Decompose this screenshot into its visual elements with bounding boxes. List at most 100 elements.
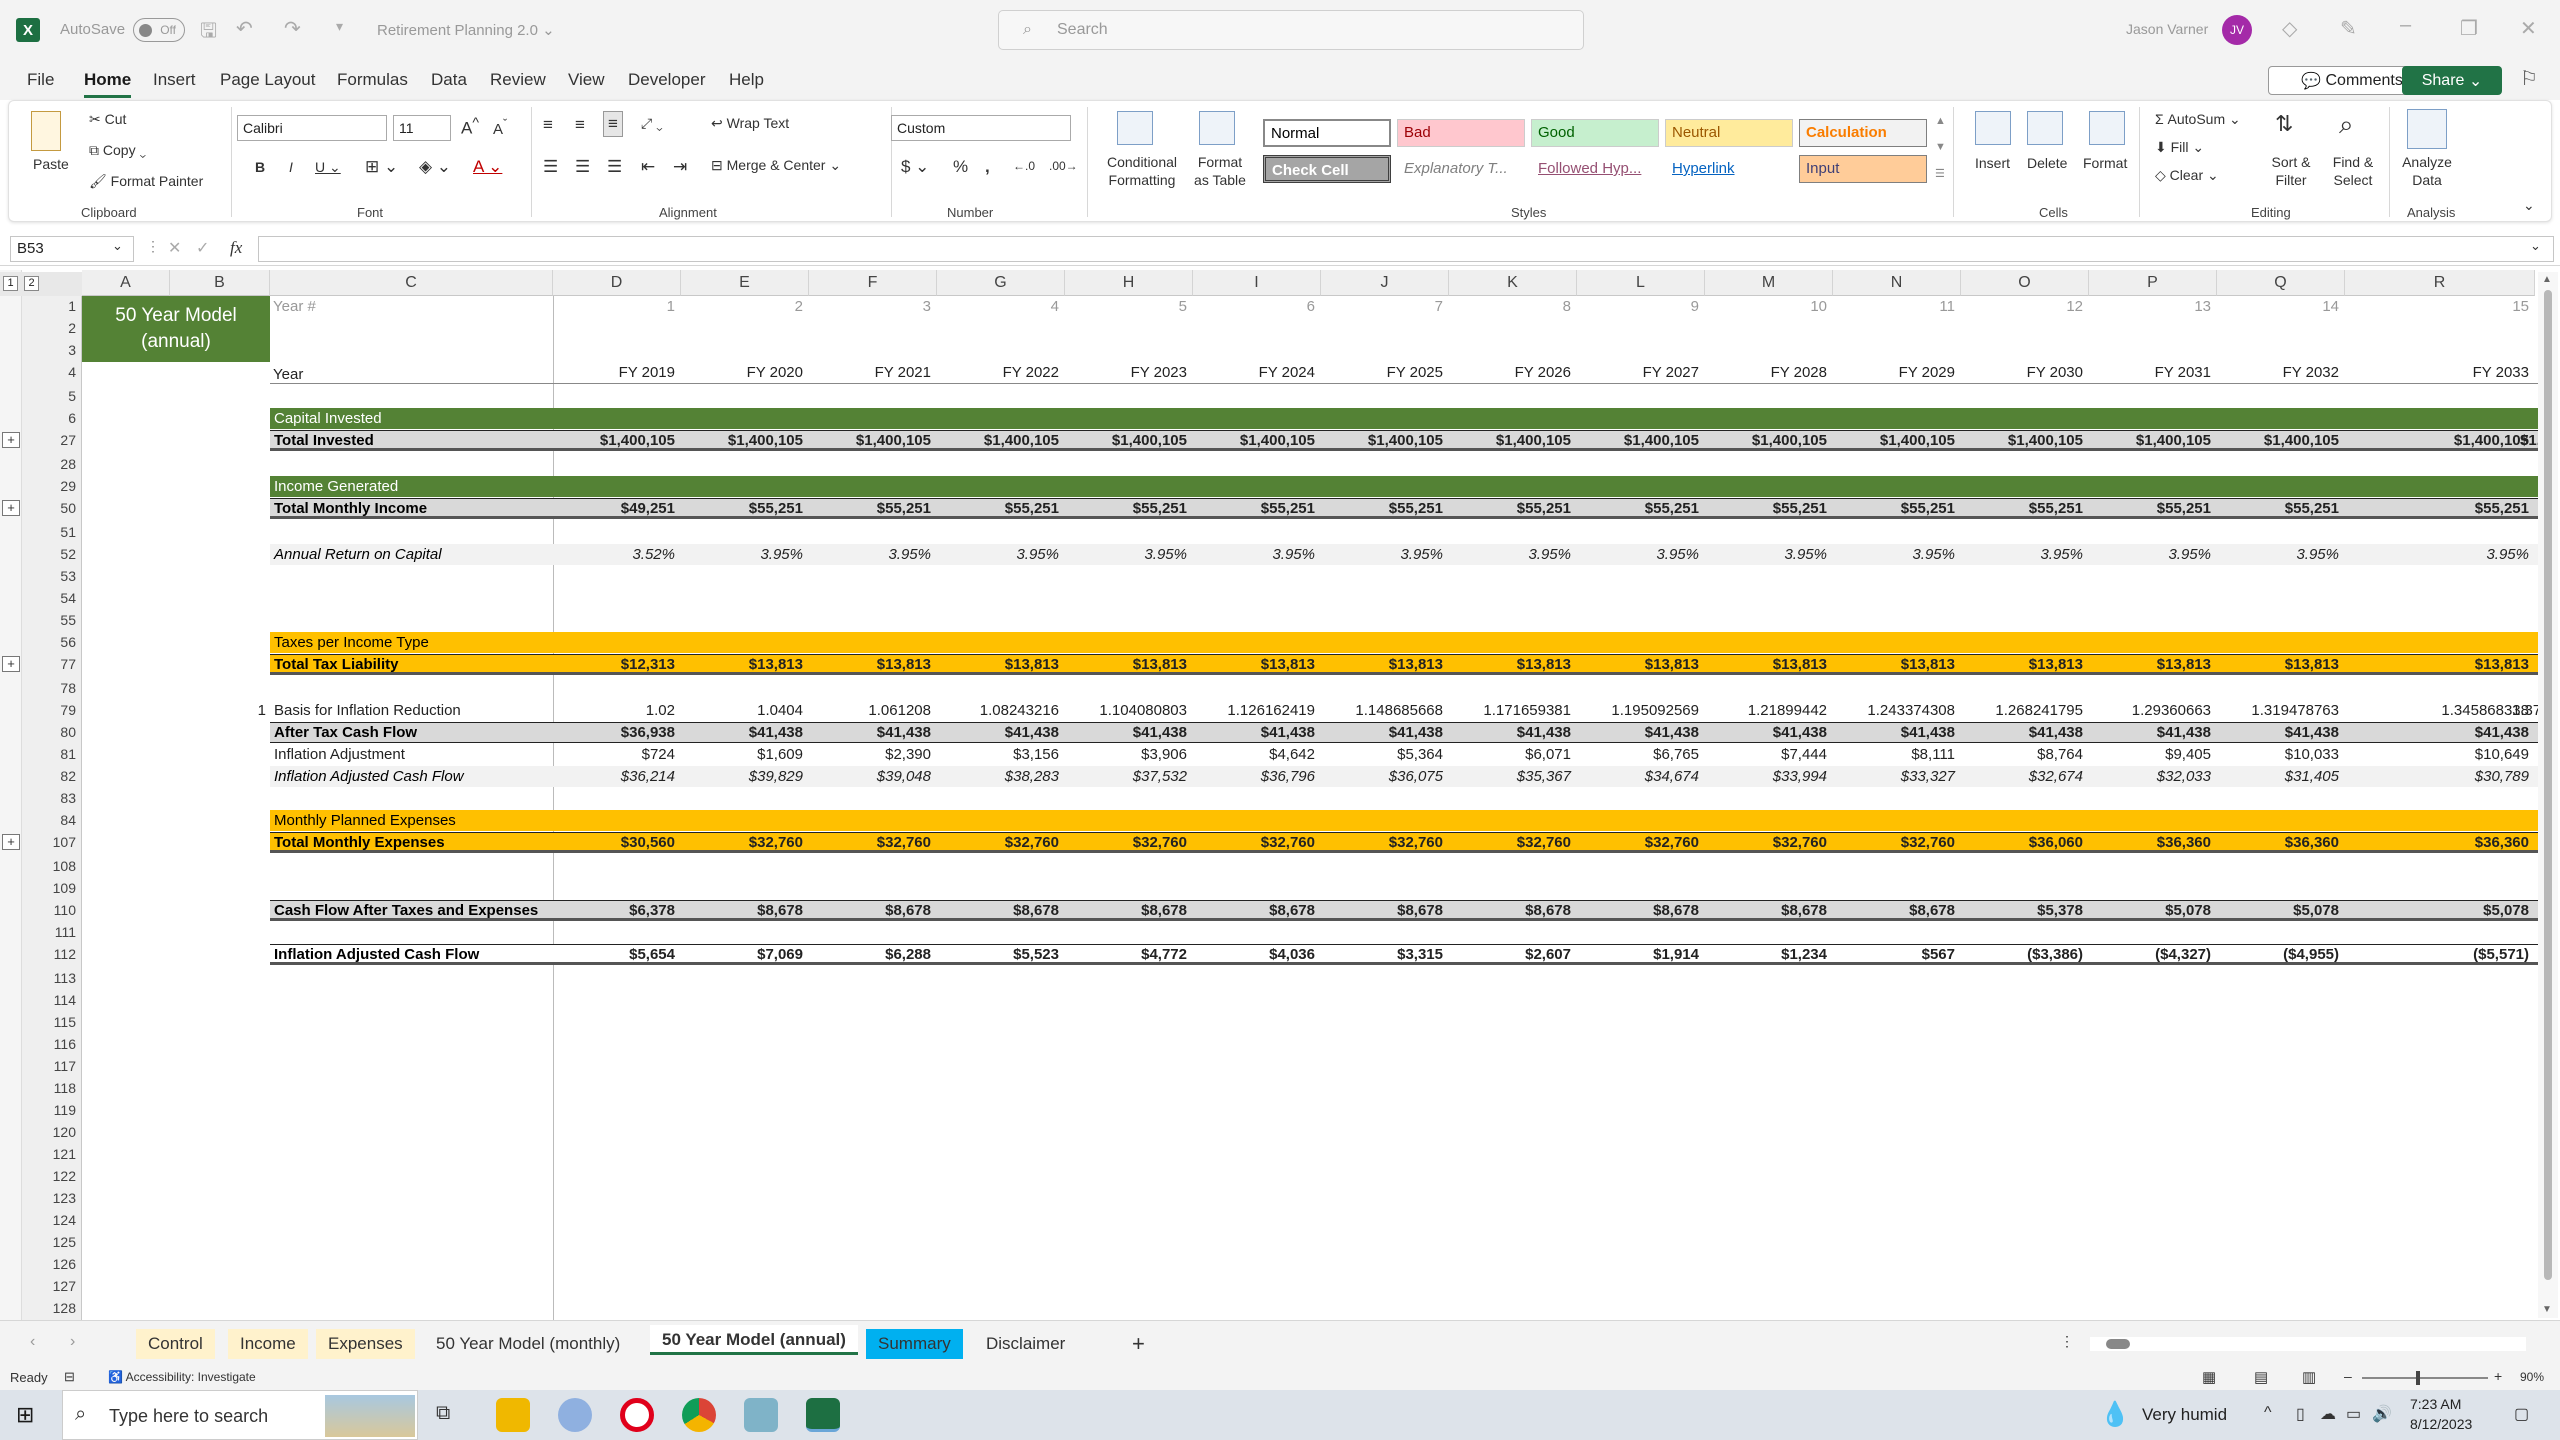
premium-diamond-icon[interactable]: ◇ xyxy=(2282,16,2297,41)
total-monthly-income-value[interactable]: $55,251 xyxy=(1321,498,1443,519)
column-header-e[interactable]: E xyxy=(681,270,809,296)
format-painter-button[interactable]: 🖌 Format Painter xyxy=(89,173,203,190)
total-monthly-income-value[interactable]: $55,251 xyxy=(2345,498,2529,519)
row-header[interactable]: 110 xyxy=(22,900,82,921)
inflation-adjusted-cash-flow-value[interactable]: $36,075 xyxy=(1321,766,1443,787)
italic-icon[interactable]: I xyxy=(289,159,293,175)
total-monthly-income-value[interactable]: $55,251 xyxy=(937,498,1059,519)
inflation-adjusted-cash-flow-total-value[interactable]: ($5,571) xyxy=(2345,944,2529,965)
after-tax-cash-flow-value[interactable]: $41,438 xyxy=(1833,722,1955,743)
total-monthly-income-value[interactable]: $55,251 xyxy=(1577,498,1699,519)
percent-icon[interactable]: % xyxy=(953,157,968,177)
row-header[interactable]: 109 xyxy=(22,878,82,899)
total-invested-value[interactable]: $1,400,105 xyxy=(1321,430,1443,451)
tab-prev-icon[interactable]: ‹ xyxy=(30,1333,35,1351)
basis-inflation-value[interactable]: 1.08243216 xyxy=(937,700,1059,721)
inflation-adjusted-cash-flow-value[interactable]: $35,367 xyxy=(1449,766,1571,787)
total-monthly-income-value[interactable]: $55,251 xyxy=(1705,498,1827,519)
column-header-g[interactable]: G xyxy=(937,270,1065,296)
inflation-adjustment-value[interactable]: $4,642 xyxy=(1193,744,1315,765)
minimize-icon[interactable]: – xyxy=(2400,14,2411,37)
expand-group-icon[interactable]: + xyxy=(2,834,20,850)
scroll-down-icon[interactable]: ▼ xyxy=(2542,1304,2552,1315)
total-invested-value[interactable]: $1,400,105 xyxy=(1961,430,2083,451)
row-header[interactable]: 125 xyxy=(22,1232,82,1253)
increase-decimal-icon[interactable]: ←.0 xyxy=(1013,159,1035,173)
merge-center-button[interactable]: ⊟ Merge & Center ⌄ xyxy=(711,157,841,174)
year-number[interactable]: 13 xyxy=(2089,296,2211,317)
inflation-adjusted-cash-flow-value[interactable]: $36,214 xyxy=(553,766,675,787)
total-invested-value[interactable]: $1,400,105 xyxy=(1577,430,1699,451)
row-header[interactable]: 52 xyxy=(22,544,82,565)
total-monthly-expenses-value[interactable]: $36,360 xyxy=(2345,832,2529,853)
inflation-adjusted-cash-flow-value[interactable]: $34,674 xyxy=(1577,766,1699,787)
formula-options-icon[interactable]: ⋮ xyxy=(146,238,160,255)
opera-icon[interactable] xyxy=(620,1398,654,1432)
ribbon-options-icon[interactable]: ⚐ xyxy=(2520,66,2538,91)
inflation-adjusted-cash-flow-total-value[interactable]: $4,772 xyxy=(1065,944,1187,965)
inflation-adjustment-value[interactable]: $9,405 xyxy=(2089,744,2211,765)
row-header[interactable]: 4 xyxy=(22,362,82,383)
zoom-level[interactable]: 90% xyxy=(2520,1370,2544,1384)
basis-inflation-value[interactable]: 1.345868338 xyxy=(2345,700,2529,721)
save-icon[interactable]: 🖫 xyxy=(200,16,217,50)
menu-home[interactable]: Home xyxy=(84,70,132,98)
menu-formulas[interactable]: Formulas xyxy=(337,70,408,90)
snipping-tool-icon[interactable] xyxy=(558,1398,592,1432)
row-header[interactable]: 127 xyxy=(22,1276,82,1297)
year-number[interactable]: 5 xyxy=(1065,296,1187,317)
row-header[interactable]: 28 xyxy=(22,454,82,475)
inflation-adjusted-cash-flow-value[interactable]: $31,405 xyxy=(2217,766,2339,787)
find-select-icon[interactable]: ⌕ xyxy=(2339,109,2354,141)
fiscal-year[interactable]: FY 2028 xyxy=(1705,362,1827,383)
fill-color-icon[interactable]: ◈ ⌄ xyxy=(419,157,451,177)
total-monthly-expenses-value[interactable]: $32,760 xyxy=(1449,832,1571,853)
annual-return-value[interactable]: 3.95% xyxy=(681,544,803,565)
row-header[interactable]: 50 xyxy=(22,498,82,519)
year-number[interactable]: 1 xyxy=(553,296,675,317)
row-header[interactable]: 117 xyxy=(22,1056,82,1077)
currency-icon[interactable]: $ ⌄ xyxy=(901,157,929,177)
horizontal-scroll-thumb[interactable] xyxy=(2106,1339,2130,1349)
after-tax-cash-flow-value[interactable]: $41,438 xyxy=(1193,722,1315,743)
row-header[interactable]: 124 xyxy=(22,1210,82,1231)
onedrive-icon[interactable]: ☁ xyxy=(2320,1404,2336,1424)
horizontal-scrollbar[interactable] xyxy=(2090,1337,2526,1351)
after-tax-cash-flow-value[interactable]: $36,938 xyxy=(553,722,675,743)
row-header[interactable]: 54 xyxy=(22,588,82,609)
basis-inflation-value[interactable]: 1.268241795 xyxy=(1961,700,2083,721)
cash-flow-after-taxes-value[interactable]: $5,078 xyxy=(2217,900,2339,921)
close-icon[interactable]: ✕ xyxy=(2520,16,2537,41)
inflation-adjusted-cash-flow-value[interactable]: $39,829 xyxy=(681,766,803,787)
analyze-data-button[interactable]: Analyze Data xyxy=(2401,153,2453,189)
inflation-adjusted-cash-flow-value[interactable]: $38,283 xyxy=(937,766,1059,787)
inflation-adjusted-cash-flow-value[interactable]: $33,327 xyxy=(1833,766,1955,787)
total-tax-liability-value[interactable]: $13,813 xyxy=(681,654,803,675)
basis-inflation-value[interactable]: 1.29360663 xyxy=(2089,700,2211,721)
total-tax-liability-value[interactable]: $13,813 xyxy=(1065,654,1187,675)
total-monthly-expenses-value[interactable]: $32,760 xyxy=(1833,832,1955,853)
cash-flow-after-taxes-value[interactable]: $8,678 xyxy=(1321,900,1443,921)
collapse-ribbon-icon[interactable]: ⌄ xyxy=(2523,197,2535,214)
row-header[interactable]: 5 xyxy=(22,386,82,407)
column-header-q[interactable]: Q xyxy=(2217,270,2345,296)
year-number[interactable]: 6 xyxy=(1193,296,1315,317)
year-number[interactable]: 15 xyxy=(2345,296,2529,317)
after-tax-cash-flow-value[interactable]: $41,438 xyxy=(1065,722,1187,743)
zoom-slider[interactable] xyxy=(2362,1371,2488,1385)
comma-icon[interactable]: , xyxy=(985,157,990,177)
total-monthly-expenses-value[interactable]: $32,760 xyxy=(1705,832,1827,853)
total-tax-liability-value[interactable]: $12,313 xyxy=(553,654,675,675)
volume-icon[interactable]: 🔊 xyxy=(2372,1404,2392,1424)
total-invested-value[interactable]: $1,400,105 xyxy=(1193,430,1315,451)
after-tax-cash-flow-value[interactable]: $41,438 xyxy=(2217,722,2339,743)
row-header[interactable]: 115 xyxy=(22,1012,82,1033)
total-invested-value[interactable]: $1,400,105 xyxy=(1449,430,1571,451)
total-monthly-expenses-value[interactable]: $32,760 xyxy=(1065,832,1187,853)
row-header[interactable]: 81 xyxy=(22,744,82,765)
customize-qat-icon[interactable]: ▾ xyxy=(336,18,343,35)
total-tax-liability-value[interactable]: $13,813 xyxy=(2345,654,2529,675)
inflation-adjusted-cash-flow-value[interactable]: $37,532 xyxy=(1065,766,1187,787)
expand-group-icon[interactable]: + xyxy=(2,500,20,516)
fiscal-year[interactable]: FY 2032 xyxy=(2217,362,2339,383)
